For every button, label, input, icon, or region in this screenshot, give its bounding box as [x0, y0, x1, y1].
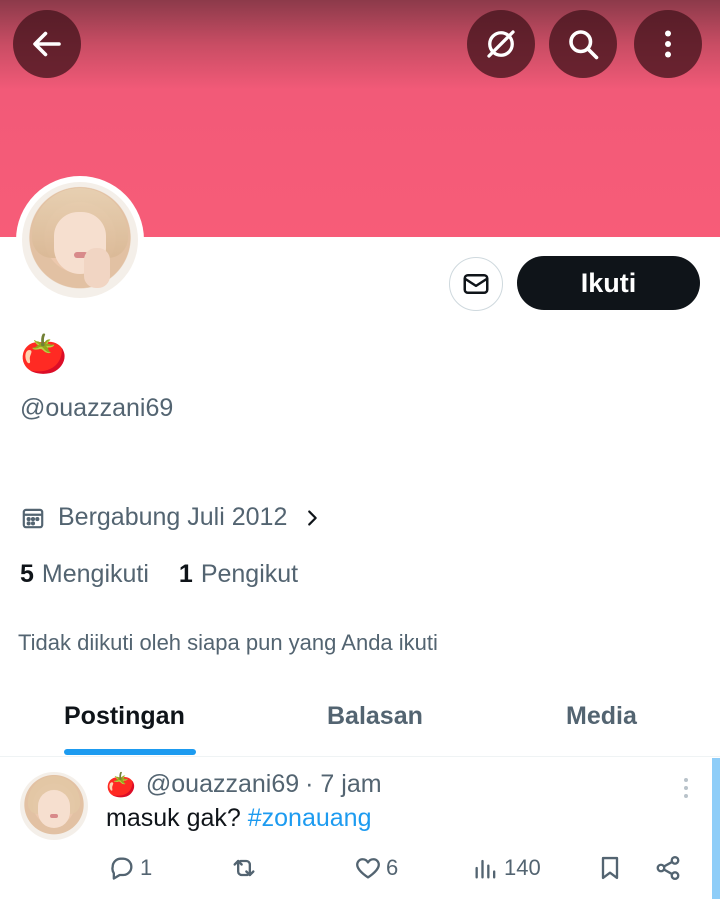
avatar-image	[22, 182, 138, 298]
post-body: masuk gak?	[106, 804, 248, 832]
profile-handle: @ouazzani69	[20, 394, 174, 422]
profile-tabs: Postingan Balasan Media	[0, 690, 720, 757]
message-button[interactable]	[449, 257, 503, 311]
grok-button[interactable]	[467, 10, 535, 78]
post-author-name: 🍅	[106, 770, 136, 799]
grok-icon	[487, 30, 515, 58]
repost-button[interactable]	[230, 854, 262, 882]
more-options-button[interactable]	[634, 10, 702, 78]
post-header: 🍅 @ouazzani69 · 7 jam	[106, 770, 382, 799]
profile-avatar[interactable]	[16, 176, 144, 304]
followers-count: 1	[178, 560, 193, 588]
post-time: · 7 jam	[305, 770, 382, 798]
post-item[interactable]: 🍅 @ouazzani69 · 7 jam masuk gak? #zonaua…	[0, 758, 720, 899]
not-followed-notice: Tidak diikuti oleh siapa pun yang Anda i…	[18, 630, 438, 655]
following-link[interactable]: 5 Mengikuti	[20, 560, 149, 589]
active-tab-indicator	[64, 749, 196, 755]
scrollbar[interactable]	[712, 758, 720, 899]
follow-button[interactable]: Ikuti	[517, 256, 700, 310]
reply-count: 1	[140, 855, 153, 880]
repost-icon	[233, 859, 255, 877]
join-date-text: Bergabung Juli 2012	[58, 503, 288, 531]
post-author-handle[interactable]: @ouazzani69	[146, 770, 299, 799]
back-button[interactable]	[13, 10, 81, 78]
view-count: 140	[504, 855, 541, 880]
bookmark-button[interactable]	[596, 854, 628, 882]
like-button[interactable]: 6	[354, 854, 398, 882]
followers-label: Pengikut	[200, 560, 299, 588]
post-text: masuk gak? #zonauang	[106, 804, 371, 833]
post-hashtag[interactable]: #zonauang	[248, 804, 372, 832]
join-date[interactable]: Bergabung Juli 2012	[20, 503, 323, 532]
post-avatar[interactable]	[20, 772, 88, 840]
search-icon	[569, 30, 599, 60]
envelope-icon	[463, 274, 489, 294]
share-icon	[656, 855, 680, 881]
calendar-icon	[22, 508, 44, 528]
search-button[interactable]	[549, 10, 617, 78]
post-actions: 1 6 140	[0, 854, 720, 888]
heart-icon	[356, 858, 380, 879]
views-chart-icon	[475, 859, 496, 879]
post-more-icon[interactable]	[676, 776, 696, 800]
reply-icon	[111, 857, 133, 880]
like-count: 6	[386, 855, 399, 880]
share-button[interactable]	[654, 854, 686, 882]
tab-posts[interactable]: Postingan	[64, 702, 185, 731]
chevron-right-icon	[308, 509, 318, 526]
views-button[interactable]: 140	[472, 854, 541, 882]
display-name: 🍅	[20, 332, 68, 376]
reply-button[interactable]: 1	[108, 854, 152, 882]
arrow-left-icon	[33, 31, 61, 57]
followers-link[interactable]: 1 Pengikut	[179, 560, 298, 589]
follow-stats: 5 Mengikuti 1 Pengikut	[20, 560, 328, 589]
more-vertical-icon	[665, 30, 671, 58]
bookmark-icon	[601, 856, 619, 880]
tab-media[interactable]: Media	[566, 702, 637, 731]
tab-replies[interactable]: Balasan	[327, 702, 423, 731]
following-count: 5	[20, 560, 34, 588]
following-label: Mengikuti	[41, 560, 149, 588]
